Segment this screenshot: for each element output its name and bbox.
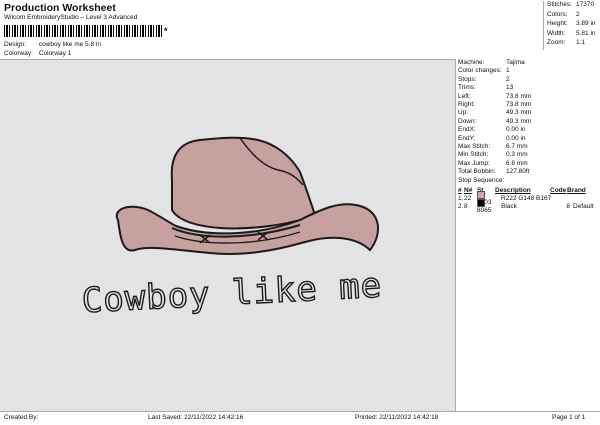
summary-value: 5.81 in [576,29,596,37]
detail-label: Total Bobbin: [458,168,496,176]
seq-st: 8065 [477,199,495,214]
summary-row: Height: 3.89 in [544,20,600,30]
detail-label: Up: [458,109,469,117]
detail-row: Min Stitch: 0.3 mm [456,151,600,159]
details-list: Machine: Tajima Color changes: 1 Stops: 2T… [456,59,600,176]
detail-value: 73.8 mm [506,100,532,108]
summary-value: 17370 [576,1,595,8]
colorway-label: Colorway: [4,50,33,57]
design-label: Design: [4,41,27,48]
detail-label: Min Stitch: [458,151,489,159]
detail-label: Color changes: [458,67,502,75]
software-subtitle: Wilcom EmbroideryStudio – Level 3 Advanc… [4,14,138,21]
detail-row: Trims: 13 [456,84,600,92]
detail-row: Color changes: 1 [456,67,600,75]
col-code: Code [550,186,567,194]
detail-value: 0.00 in [506,134,526,142]
barcode-suffix: * [164,26,168,36]
detail-label: EndY: [458,134,476,142]
detail-row: EndY: 0.00 in [456,135,600,143]
footer: Created By: Last Saved: 22/11/2022 14:42… [0,411,600,425]
seq-n: 8 [464,203,468,211]
color-swatch [477,190,485,199]
design-preview: Cowboy like me [0,59,455,412]
barcode [4,25,162,37]
seq-n: 22 [464,194,472,202]
detail-label: Machine: [458,59,485,66]
detail-label: Down: [458,117,477,125]
detail-row: Left: 73.8 mm [456,93,600,101]
seq-brand: Default [573,203,594,211]
detail-value: 1 [506,67,510,75]
design-preview-svg: Cowboy like me [80,136,384,322]
summary-value: 3.89 in [576,20,596,27]
detail-row: Machine: Tajima [456,59,600,67]
page-title: Production Worksheet [4,2,116,14]
detail-value: 6.7 mm [506,142,528,150]
detail-value: Tajima [506,59,525,66]
details-panel: Machine: Tajima Color changes: 1 Stops: 2T… [455,59,600,411]
summary-value: 1:1 [576,39,586,46]
detail-label: Max Jump: [458,159,490,167]
summary-value: 2 [576,10,580,18]
detail-value: 0.3 mm [506,151,528,159]
summary-box: Stitches: 17370 Colors: 2 Height: 3.89 in W… [543,1,600,50]
hat-crown [170,136,317,230]
col-n: N# [464,186,473,194]
detail-row: Down: 49.3 mm [456,118,600,126]
detail-label: Stops: [458,75,477,83]
summary-row: Stitches: 17370 [544,1,600,11]
page-number: Page 1 of 1 [552,414,586,421]
design-row: Design: cowboy like me 5,8 in [4,41,101,48]
summary-label: Zoom: [547,39,566,46]
detail-value: 49.3 mm [506,117,532,125]
printed-date: Printed: 22/11/2022 14:42:18 [355,414,439,421]
summary-row: Colors: 2 [544,11,600,21]
stop-sequence-rows: 1. 22 9303 R222 G148 B167 2. 8 8065 Blac… [456,190,600,214]
stop-sequence-row: 2. 8 8065 Black 8 Default [456,199,600,214]
detail-row: Max Jump: 6.8 mm [456,160,600,168]
summary-label: Width: [547,29,566,37]
created-by: Created By: [4,414,39,421]
detail-value: 13 [506,84,514,92]
detail-value: 6.8 mm [506,159,528,167]
detail-value: 2 [506,75,510,83]
detail-label: EndX: [458,126,476,134]
seq-description: R222 G148 B167 [501,194,552,202]
design-value: cowboy like me 5,8 in [38,41,101,48]
summary-label: Stitches: [547,1,572,8]
last-saved: Last Saved: 22/11/2022 14:42:16 [148,414,244,421]
detail-value: 49.3 mm [506,109,532,117]
detail-row: Stops: 2 [456,76,600,84]
detail-row: Up: 49.3 mm [456,109,600,117]
detail-row: Total Bobbin: 127.80ft [456,168,600,176]
summary-label: Height: [547,20,568,27]
detail-row: Max Stitch: 6.7 mm [456,143,600,151]
summary-label: Colors: [547,10,568,18]
design-lettering: Cowboy like me [81,266,383,322]
seq-st-code: 8065 [477,207,492,215]
summary-row: Zoom: 1:1 [544,39,600,49]
seq-description: Black [501,203,517,211]
detail-row: EndX: 0.00 in [456,126,600,134]
detail-label: Max Stitch: [458,142,491,150]
colorway-row: Colorway: Colorway 1 [4,50,71,57]
color-swatch [477,199,485,208]
detail-value: 0.00 in [506,126,526,134]
colorway-value: Colorway 1 [38,50,72,57]
detail-label: Right: [458,100,475,108]
seq-code: 8 [566,203,570,211]
col-description: Description [495,186,531,194]
stop-sequence-title: Stop Sequence: [458,177,505,185]
detail-value: 73.8 mm [506,92,532,100]
detail-value: 127.80ft [506,168,530,176]
detail-label: Left: [458,92,471,100]
summary-row: Width: 5.81 in [544,30,600,40]
col-brand: Brand [567,186,586,194]
detail-row: Right: 73.8 mm [456,101,600,109]
detail-label: Trims: [458,84,476,92]
